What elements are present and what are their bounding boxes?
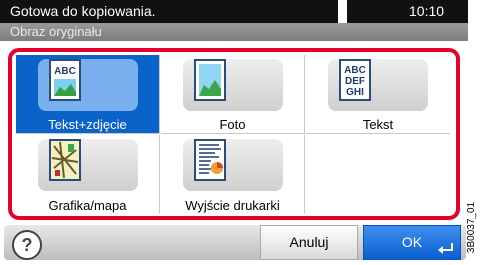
cancel-button[interactable]: Anuluj <box>260 225 358 260</box>
text-icon: ABC DEF GHI <box>339 59 371 101</box>
option-grid: ABC Tekst+zdjęcie Foto ABC DEF GHI Tekst… <box>16 55 452 214</box>
ok-label: OK <box>401 234 423 250</box>
option-label: Grafika/mapa <box>48 198 127 213</box>
status-divider <box>338 0 347 23</box>
option-text-photo[interactable]: ABC Tekst+zdjęcie <box>16 55 160 134</box>
status-time: 10:10 <box>409 3 445 19</box>
status-message: Gotowa do kopiowania. <box>10 3 156 19</box>
figure-code-text: 3B0037_01 <box>466 201 478 254</box>
figure-code: 3B0037_01 <box>466 196 480 265</box>
page-subtitle: Obraz oryginału <box>10 24 102 39</box>
map-icon <box>49 139 81 181</box>
status-bar: Gotowa do kopiowania. 10:10 <box>0 0 468 23</box>
help-button[interactable]: ? <box>12 230 42 260</box>
photo-icon <box>194 59 226 101</box>
icon-text-line-2: DEF <box>345 76 365 87</box>
icon-abc-text: ABC <box>54 66 76 77</box>
enter-arrow-icon <box>438 243 453 254</box>
option-label: Wyjście drukarki <box>185 198 280 213</box>
printer-output-icon <box>194 139 226 181</box>
icon-text-line-1: ABC <box>344 65 366 76</box>
option-label: Tekst+zdjęcie <box>48 117 127 132</box>
option-panel: ABC Tekst+zdjęcie Foto ABC DEF GHI Tekst… <box>8 48 460 220</box>
option-label: Tekst <box>362 117 394 132</box>
option-graphic-map[interactable]: Grafika/mapa <box>16 135 160 214</box>
option-text[interactable]: ABC DEF GHI Tekst <box>306 55 450 134</box>
option-photo[interactable]: Foto <box>161 55 305 134</box>
text-photo-icon: ABC <box>49 59 81 101</box>
empty-cell <box>306 135 450 214</box>
icon-text-line-3: GHI <box>346 87 364 98</box>
option-printer-output[interactable]: Wyjście drukarki <box>161 135 305 214</box>
option-label: Foto <box>219 117 246 132</box>
ok-button[interactable]: OK <box>363 225 461 260</box>
subtitle-bar: Obraz oryginału <box>0 23 468 41</box>
